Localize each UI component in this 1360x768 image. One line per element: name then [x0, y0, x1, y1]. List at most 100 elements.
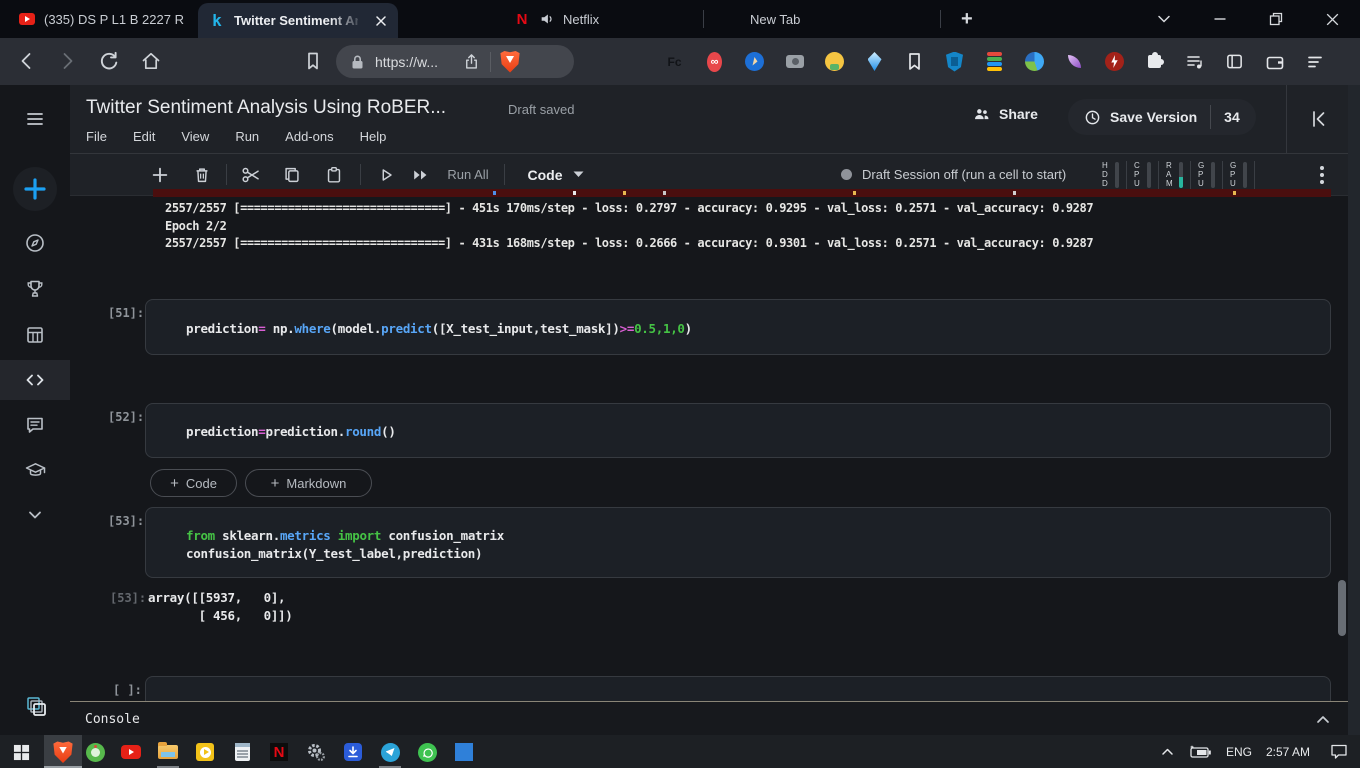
wallet-icon[interactable]	[1264, 51, 1285, 72]
toolbar-separator	[226, 164, 227, 185]
screen: (335) DS P L1 B 2227 Review Cl k Twitter…	[0, 0, 1360, 768]
plus-icon: +	[271, 475, 280, 492]
save-version-divider	[1210, 105, 1211, 129]
browser-scrollbar[interactable]	[1348, 85, 1360, 735]
new-tab-button[interactable]: +	[961, 9, 973, 29]
menu-help[interactable]: Help	[360, 129, 387, 144]
extension-bolt-icon[interactable]	[1104, 51, 1125, 72]
language-indicator[interactable]: ENG	[1226, 745, 1252, 759]
sidebar-item-home[interactable]	[0, 223, 70, 263]
extension-feather-icon[interactable]	[1064, 51, 1085, 72]
console-expand-chevron-icon[interactable]	[1316, 714, 1330, 724]
sidebar-more-chevron-icon[interactable]	[0, 495, 70, 535]
brave-menu-icon[interactable]	[1304, 51, 1325, 72]
start-button[interactable]	[8, 739, 34, 765]
sidebar-item-datasets[interactable]	[0, 315, 70, 355]
minimize-icon[interactable]	[1192, 0, 1248, 38]
tray-hidden-icons-chevron[interactable]	[1161, 747, 1174, 756]
extensions-puzzle-icon[interactable]	[1144, 51, 1165, 72]
address-bar[interactable]: https://w...	[336, 45, 574, 78]
code-cell-53[interactable]: from sklearn.metrics import confusion_ma…	[145, 507, 1331, 578]
menu-run[interactable]: Run	[235, 129, 259, 144]
console-panel[interactable]: Console	[70, 701, 1348, 736]
collapse-panel-icon[interactable]	[1307, 108, 1329, 130]
notebook-scrollbar-thumb[interactable]	[1338, 580, 1346, 636]
back-icon[interactable]	[16, 50, 38, 72]
tab-netflix[interactable]: N Netflix	[398, 0, 703, 38]
hamburger-menu-icon[interactable]	[0, 99, 70, 139]
create-button[interactable]	[0, 165, 70, 213]
taskbar-settings-icon[interactable]	[303, 739, 329, 765]
taskbar-file-explorer-icon[interactable]	[155, 739, 181, 765]
code-cell-52[interactable]: prediction=prediction.round()	[145, 403, 1331, 458]
ram-meter: RAM	[1166, 161, 1183, 188]
cell-execution-label: [52]:	[108, 410, 144, 424]
clock-icon	[1084, 109, 1101, 126]
battery-icon[interactable]	[1188, 745, 1212, 759]
window-controls	[1136, 0, 1360, 38]
extension-pointer-icon[interactable]	[744, 51, 765, 72]
sidebar-toggle-icon[interactable]	[1224, 51, 1245, 72]
share-button[interactable]: Share	[972, 105, 1038, 123]
extension-camera-icon[interactable]	[784, 51, 805, 72]
taskbar-download-manager-icon[interactable]	[340, 739, 366, 765]
extensions-row: Fc ∞	[664, 38, 1325, 85]
tab-kaggle[interactable]: k Twitter Sentiment Analysis	[198, 3, 398, 38]
sidebar-item-learn[interactable]	[0, 450, 70, 490]
toolbar-separator	[504, 164, 505, 185]
menu-file[interactable]: File	[86, 129, 107, 144]
share-page-icon[interactable]	[462, 52, 481, 71]
tab-search-icon[interactable]	[1136, 0, 1192, 38]
taskbar-media-player-icon[interactable]	[192, 739, 218, 765]
stacked-windows-icon[interactable]	[22, 693, 50, 721]
extension-bookmark-icon[interactable]	[904, 51, 925, 72]
url-text[interactable]: https://w...	[375, 54, 438, 70]
extension-infinity-icon[interactable]: ∞	[704, 51, 725, 72]
add-code-button[interactable]: + Code	[150, 469, 237, 497]
bookmark-icon[interactable]	[302, 50, 324, 72]
taskbar-netflix-icon[interactable]: N	[266, 739, 292, 765]
close-window-icon[interactable]	[1304, 0, 1360, 38]
taskbar-green-app-icon[interactable]	[82, 739, 108, 765]
notebook-title[interactable]: Twitter Sentiment Analysis Using RoBER..…	[86, 97, 446, 119]
taskbar-vscode-icon[interactable]	[451, 739, 477, 765]
hdd-meter: HDD	[1102, 161, 1119, 188]
action-center-icon[interactable]	[1330, 743, 1348, 760]
playlist-icon[interactable]	[1184, 51, 1205, 72]
sidebar-item-code[interactable]	[0, 360, 70, 400]
add-markdown-button[interactable]: + Markdown	[245, 469, 372, 497]
tab-close-icon[interactable]	[374, 14, 388, 28]
menu-view[interactable]: View	[181, 129, 209, 144]
extension-money-emoji-icon[interactable]	[824, 51, 845, 72]
clock[interactable]: 2:57 AM	[1266, 745, 1310, 759]
forward-icon[interactable]	[56, 50, 78, 72]
extension-layers-icon[interactable]	[984, 51, 1005, 72]
tab-youtube[interactable]: (335) DS P L1 B 2227 Review Cl	[8, 0, 198, 38]
save-version-button[interactable]: Save Version	[1110, 109, 1197, 125]
restore-icon[interactable]	[1248, 0, 1304, 38]
tab-new-tab[interactable]: New Tab	[704, 0, 940, 38]
taskbar-whatsapp-icon[interactable]	[414, 739, 440, 765]
version-count[interactable]: 34	[1224, 109, 1240, 125]
reload-icon[interactable]	[98, 50, 120, 72]
home-icon[interactable]	[140, 50, 162, 72]
netflix-favicon: N	[513, 10, 531, 28]
menu-addons[interactable]: Add-ons	[285, 129, 333, 144]
taskbar-telegram-icon[interactable]	[377, 739, 403, 765]
code-cell-51[interactable]: prediction= np.where(model.predict([X_te…	[145, 299, 1331, 355]
extension-shield-icon[interactable]	[944, 51, 965, 72]
taskbar-brave-icon[interactable]	[50, 739, 76, 765]
address-divider	[490, 52, 491, 72]
sidebar-item-competitions[interactable]	[0, 269, 70, 309]
taskbar-youtube-icon[interactable]	[118, 739, 144, 765]
menu-edit[interactable]: Edit	[133, 129, 155, 144]
brave-shield-icon[interactable]	[500, 51, 520, 73]
sidebar-item-discussions[interactable]	[0, 405, 70, 445]
taskbar-notepad-icon[interactable]	[229, 739, 255, 765]
extension-globe-icon[interactable]	[1024, 51, 1045, 72]
youtube-favicon	[18, 10, 36, 28]
extension-fc-icon[interactable]: Fc	[664, 51, 685, 72]
save-version-control: Save Version 34	[1068, 99, 1256, 135]
extension-drop-icon[interactable]	[864, 51, 885, 72]
empty-code-cell[interactable]	[145, 676, 1331, 702]
